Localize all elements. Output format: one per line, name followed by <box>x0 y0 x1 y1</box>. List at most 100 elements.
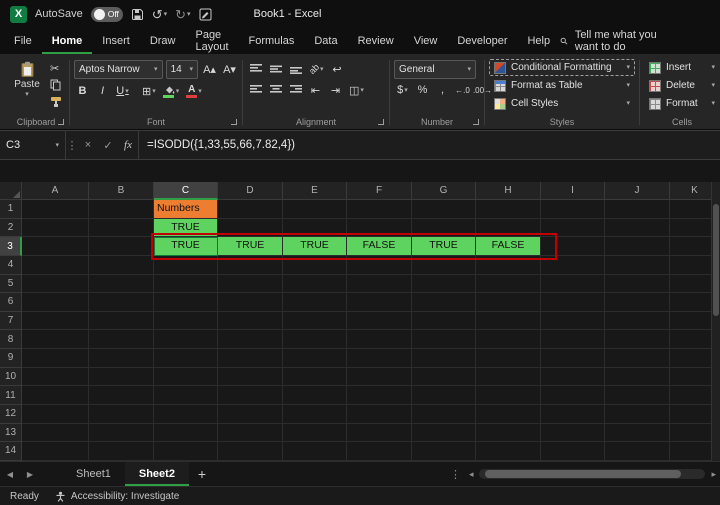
cell-D8[interactable] <box>218 330 283 349</box>
cell-J7[interactable] <box>605 311 670 331</box>
cell-J9[interactable] <box>605 349 670 368</box>
cell-E2[interactable] <box>283 218 347 238</box>
cell-H13[interactable] <box>476 423 541 443</box>
cell-C4[interactable] <box>154 255 218 275</box>
cell-J8[interactable] <box>605 330 670 349</box>
excel-app-icon[interactable]: X <box>10 5 27 23</box>
select-all-corner[interactable] <box>0 182 22 200</box>
cell-C7[interactable] <box>154 311 218 331</box>
cell-I7[interactable] <box>541 311 605 331</box>
cell-J13[interactable] <box>605 423 670 443</box>
row-header-13[interactable]: 13 <box>0 423 22 443</box>
conditional-formatting-button[interactable]: Conditional Formatting ▾ <box>489 59 635 76</box>
grow-font-button[interactable]: A▴ <box>201 61 218 79</box>
cell-B11[interactable] <box>89 386 154 405</box>
insert-button[interactable]: Insert ▾ <box>644 59 720 76</box>
formula-input[interactable]: =ISODD({1,33,55,66,7.82,4}) <box>138 131 720 159</box>
cell-C1[interactable]: Numbers <box>154 200 218 219</box>
cell-I5[interactable] <box>541 274 605 294</box>
cell-B6[interactable] <box>89 293 154 312</box>
font-name-select[interactable]: Aptos Narrow ▾ <box>74 60 163 79</box>
cell-B10[interactable] <box>89 367 154 387</box>
autosave-toggle[interactable]: Off <box>90 6 123 22</box>
cell-B9[interactable] <box>89 349 154 368</box>
horizontal-scrollbar[interactable] <box>479 469 706 479</box>
tab-insert[interactable]: Insert <box>92 28 140 54</box>
percent-style-button[interactable]: % <box>414 81 431 99</box>
tab-review[interactable]: Review <box>348 28 404 54</box>
name-box-resizer[interactable]: ⋮ <box>66 131 78 159</box>
cell-A6[interactable] <box>22 293 89 312</box>
cell-C8[interactable] <box>154 330 218 349</box>
cell-B8[interactable] <box>89 330 154 349</box>
cell-styles-button[interactable]: Cell Styles ▾ <box>489 95 635 112</box>
cell-E4[interactable] <box>283 255 347 275</box>
cell-H10[interactable] <box>476 367 541 387</box>
cell-D3[interactable]: TRUE <box>218 237 283 256</box>
cell-D14[interactable] <box>218 442 283 461</box>
row-header-14[interactable]: 14 <box>0 442 22 461</box>
cell-C6[interactable] <box>154 293 218 312</box>
cell-A7[interactable] <box>22 311 89 331</box>
cell-C14[interactable] <box>154 442 218 461</box>
col-header-H[interactable]: H <box>476 182 541 200</box>
sheetbar-more-icon[interactable]: ⋮ <box>448 468 463 481</box>
cell-F7[interactable] <box>347 311 412 331</box>
enter-button[interactable]: ✓ <box>98 131 118 159</box>
italic-button[interactable]: I <box>94 82 111 100</box>
cell-D6[interactable] <box>218 293 283 312</box>
cell-I12[interactable] <box>541 404 605 424</box>
cell-H11[interactable] <box>476 386 541 405</box>
cell-E1[interactable] <box>283 200 347 219</box>
cell-C5[interactable] <box>154 274 218 294</box>
underline-button[interactable]: U ▾ <box>114 82 131 100</box>
row-header-1[interactable]: 1 <box>0 200 22 219</box>
name-box[interactable]: C3 ▾ <box>0 131 66 159</box>
align-left-button[interactable] <box>247 81 264 99</box>
cell-G9[interactable] <box>412 349 476 368</box>
orientation-button[interactable]: ab ▾ <box>307 60 326 78</box>
cell-E5[interactable] <box>283 274 347 294</box>
row-header-10[interactable]: 10 <box>0 367 22 387</box>
cell-F13[interactable] <box>347 423 412 443</box>
cell-G7[interactable] <box>412 311 476 331</box>
font-size-select[interactable]: 14 ▾ <box>165 60 198 79</box>
cell-E9[interactable] <box>283 349 347 368</box>
cell-A14[interactable] <box>22 442 89 461</box>
cell-D9[interactable] <box>218 349 283 368</box>
cell-D12[interactable] <box>218 404 283 424</box>
cell-H7[interactable] <box>476 311 541 331</box>
cell-F8[interactable] <box>347 330 412 349</box>
cell-A8[interactable] <box>22 330 89 349</box>
cell-B4[interactable] <box>89 255 154 275</box>
cell-H2[interactable] <box>476 218 541 238</box>
cell-D4[interactable] <box>218 255 283 275</box>
cell-H8[interactable] <box>476 330 541 349</box>
paste-button[interactable]: Paste ▾ <box>7 57 47 100</box>
col-header-F[interactable]: F <box>347 182 412 200</box>
font-dialog-launcher-icon[interactable] <box>231 119 237 125</box>
accounting-format-button[interactable]: $ ▾ <box>394 81 411 99</box>
cell-H14[interactable] <box>476 442 541 461</box>
cell-F12[interactable] <box>347 404 412 424</box>
row-header-7[interactable]: 7 <box>0 311 22 331</box>
cell-I1[interactable] <box>541 200 605 219</box>
cell-C10[interactable] <box>154 367 218 387</box>
cut-button[interactable]: ✂ <box>47 60 65 76</box>
col-header-D[interactable]: D <box>218 182 283 200</box>
hscroll-right-icon[interactable]: ▸ <box>711 469 716 480</box>
hscroll-left-icon[interactable]: ◂ <box>469 469 474 480</box>
number-dialog-launcher-icon[interactable] <box>473 119 479 125</box>
cell-G11[interactable] <box>412 386 476 405</box>
cell-E8[interactable] <box>283 330 347 349</box>
align-right-button[interactable] <box>287 81 304 99</box>
cell-J14[interactable] <box>605 442 670 461</box>
sheet-nav-right-button[interactable]: ▶ <box>20 462 40 486</box>
col-header-C[interactable]: C <box>154 182 218 200</box>
cell-F5[interactable] <box>347 274 412 294</box>
cell-E12[interactable] <box>283 404 347 424</box>
row-header-2[interactable]: 2 <box>0 218 22 238</box>
tab-developer[interactable]: Developer <box>447 28 517 54</box>
cell-D11[interactable] <box>218 386 283 405</box>
cell-F1[interactable] <box>347 200 412 219</box>
